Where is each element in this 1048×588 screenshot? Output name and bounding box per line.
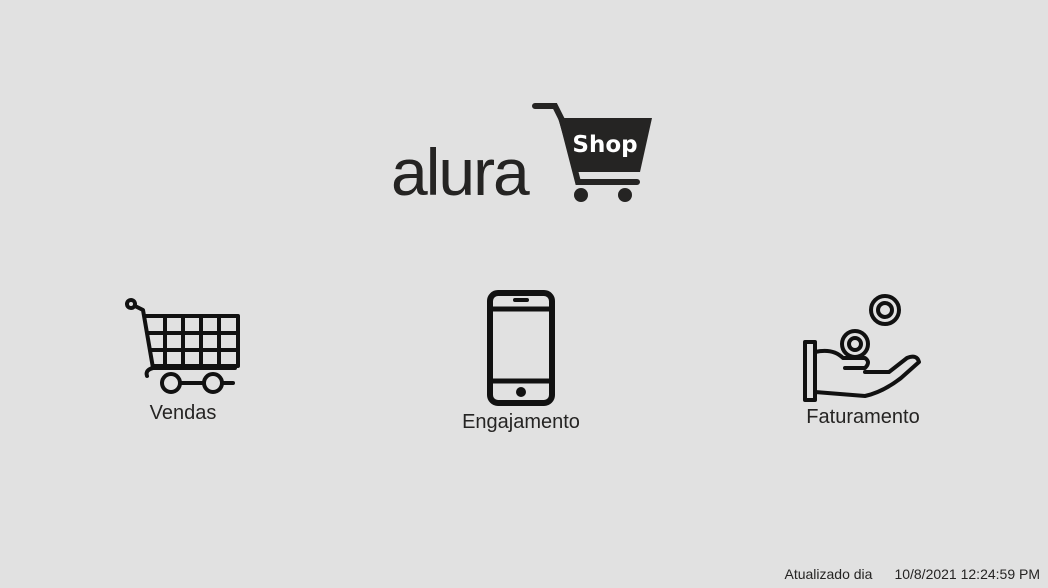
alura-shop-logo: alura Shop bbox=[385, 96, 665, 211]
smartphone-icon bbox=[487, 290, 555, 406]
logo-sub-text: Shop bbox=[572, 132, 637, 158]
last-updated-timestamp: 10/8/2021 12:24:59 PM bbox=[894, 566, 1040, 582]
last-updated: Atualizado dia 10/8/2021 12:24:59 PM bbox=[784, 566, 1040, 582]
nav-faturamento[interactable]: Faturamento bbox=[763, 292, 963, 429]
shopping-cart-icon bbox=[125, 298, 240, 394]
last-updated-label: Atualizado dia bbox=[784, 566, 873, 582]
hand-coins-icon bbox=[803, 294, 921, 402]
nav-engajamento[interactable]: Engajamento bbox=[421, 289, 621, 434]
nav-vendas[interactable]: Vendas bbox=[83, 296, 283, 425]
logo-brand-text: alura bbox=[391, 135, 530, 209]
nav-vendas-label: Vendas bbox=[149, 402, 217, 424]
logo-cart-icon: alura Shop bbox=[391, 103, 652, 209]
nav-engajamento-label: Engajamento bbox=[462, 411, 580, 433]
nav-faturamento-label: Faturamento bbox=[806, 406, 920, 428]
